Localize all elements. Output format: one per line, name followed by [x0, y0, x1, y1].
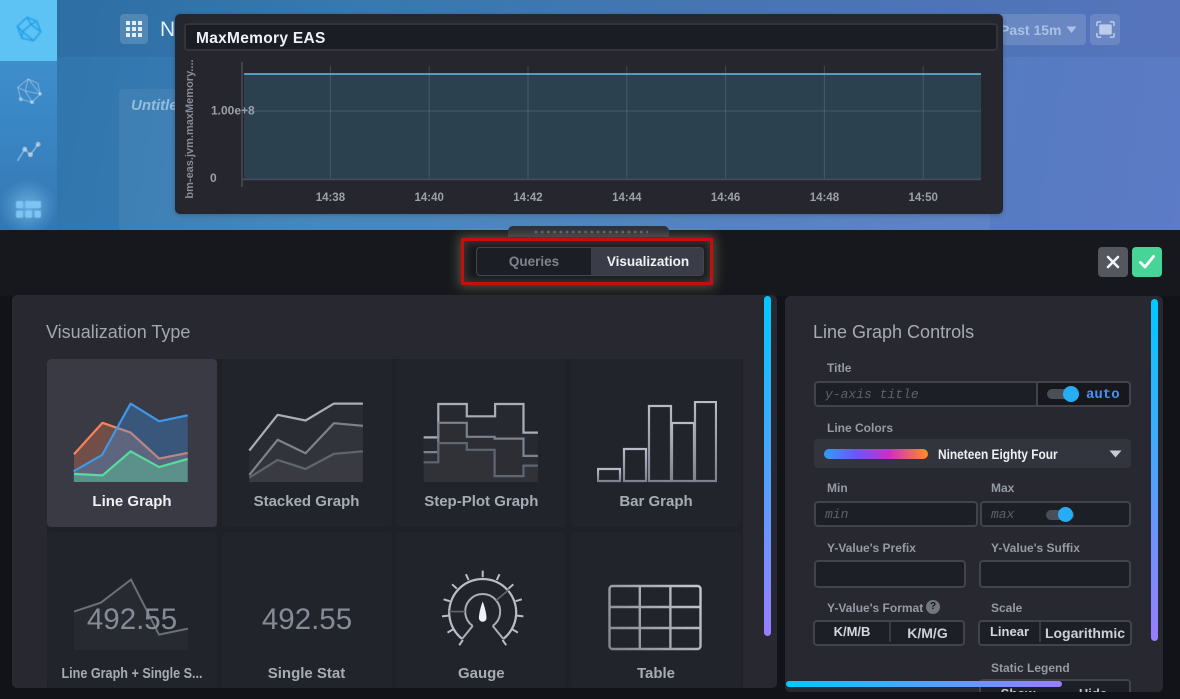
svg-text:492.55: 492.55: [87, 603, 177, 636]
svg-text:1.00e+8: 1.00e+8: [211, 104, 255, 118]
svg-text:14:46: 14:46: [711, 192, 740, 204]
svg-text:0: 0: [210, 171, 217, 185]
svg-text:14:44: 14:44: [612, 192, 642, 204]
svg-text:14:42: 14:42: [513, 192, 542, 204]
svg-text:14:48: 14:48: [810, 192, 840, 204]
svg-text:14:38: 14:38: [316, 192, 346, 204]
svg-text:492.55: 492.55: [261, 603, 351, 636]
svg-text:14:50: 14:50: [908, 192, 937, 204]
svg-text:14:40: 14:40: [414, 192, 443, 204]
svg-text:bm-eas.jvm.maxMemory....: bm-eas.jvm.maxMemory....: [184, 59, 196, 198]
